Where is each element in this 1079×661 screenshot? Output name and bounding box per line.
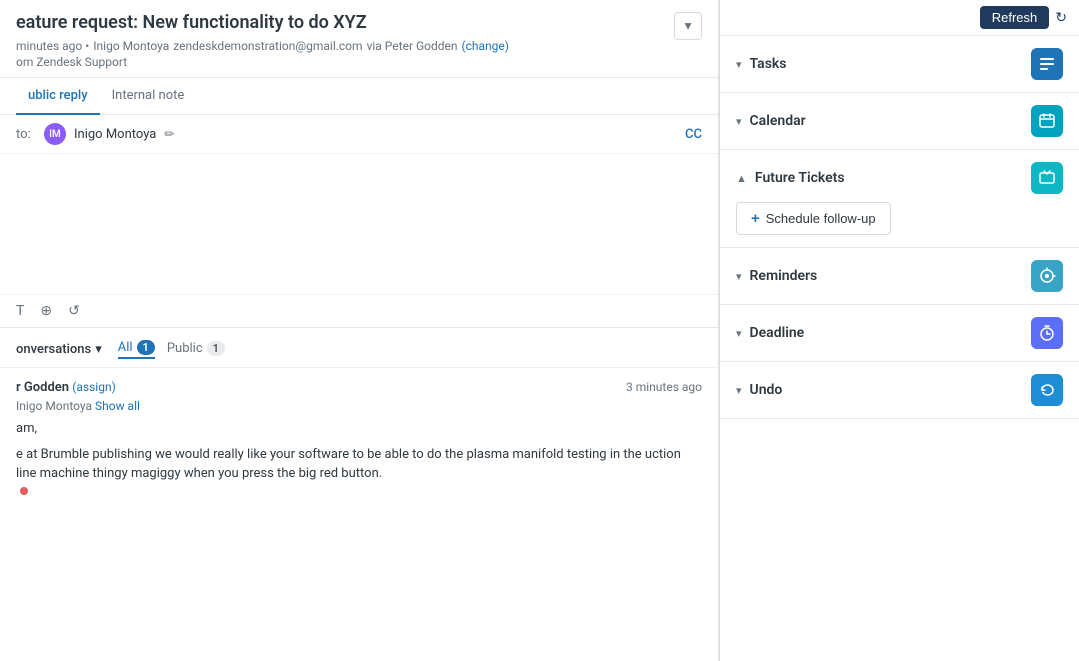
deadline-section-header[interactable]: ▾ Deadline (720, 305, 1079, 361)
show-all-link[interactable]: Show all (95, 399, 140, 413)
reminders-section-header[interactable]: ▾ Reminders (720, 248, 1079, 304)
conv-assign-link[interactable]: (assign) (72, 380, 115, 394)
conv-entry-name-row: r Godden (assign) (16, 380, 116, 395)
recipient-name: Inigo Montoya (74, 127, 156, 142)
ticket-source: om Zendesk Support (16, 55, 702, 69)
tasks-chevron-icon: ▾ (736, 58, 742, 71)
sidebar-section-reminders: ▾ Reminders (720, 248, 1079, 305)
conversations-section: onversations ▾ All 1 Public 1 r Godden (… (0, 328, 718, 661)
conv-entry-sub: Inigo Montoya Show all (16, 399, 702, 413)
reply-compose-area[interactable] (0, 154, 718, 294)
conv-entry-header: r Godden (assign) 3 minutes ago (16, 380, 702, 395)
tasks-icon (1031, 48, 1063, 80)
conversations-label[interactable]: onversations ▾ (16, 342, 102, 357)
ticket-via: via Peter Godden (367, 39, 458, 53)
reminders-icon (1031, 260, 1063, 292)
ticket-meta: minutes ago • Inigo Montoya zendeskdemon… (16, 39, 702, 53)
sidebar-section-future-tickets: ▲ Future Tickets + Schedule follow-up (720, 150, 1079, 248)
schedule-followup-button[interactable]: + Schedule follow-up (736, 202, 891, 235)
undo-section-header[interactable]: ▾ Undo (720, 362, 1079, 418)
reminders-chevron-icon: ▾ (736, 270, 742, 283)
conv-sender-name: r Godden (16, 380, 69, 395)
calendar-label: Calendar (750, 113, 806, 129)
ticket-header: eature request: New functionality to do … (0, 0, 718, 78)
conv-entry-body: e at Brumble publishing we would really … (16, 445, 702, 484)
text-format-icon[interactable]: T (16, 303, 24, 319)
calendar-icon (1031, 105, 1063, 137)
compose-toolbar: T ⊕ ↺ (0, 294, 718, 327)
reply-area: to: IM Inigo Montoya ✏ CC T ⊕ ↺ (0, 115, 718, 328)
ticket-title: eature request: New functionality to do … (16, 12, 702, 33)
ticket-dropdown-button[interactable]: ▾ (674, 12, 702, 40)
tab-public-badge: 1 (207, 341, 225, 356)
conversation-tabs: All 1 Public 1 (118, 340, 225, 359)
future-tickets-chevron-icon: ▲ (736, 172, 747, 185)
calendar-chevron-icon: ▾ (736, 115, 742, 128)
reply-tabs: ublic reply Internal note (0, 78, 718, 115)
red-dot-indicator (20, 487, 28, 495)
refresh-circle-icon[interactable]: ↻ (1055, 10, 1067, 26)
refresh-bar: Refresh ↻ (720, 0, 1079, 36)
ticket-change-link[interactable]: (change) (462, 39, 509, 53)
undo-icon (1031, 374, 1063, 406)
conv-entry-greeting: am, (16, 419, 702, 439)
deadline-label: Deadline (750, 325, 805, 341)
ticket-author: Inigo Montoya (93, 39, 169, 53)
chevron-down-icon: ▾ (685, 18, 692, 34)
tab-all-badge: 1 (137, 340, 155, 355)
conversations-chevron: ▾ (95, 342, 102, 357)
undo-chevron-icon: ▾ (736, 384, 742, 397)
refresh-button[interactable]: Refresh (980, 6, 1050, 29)
edit-recipient-icon[interactable]: ✏ (164, 127, 174, 141)
reminders-label: Reminders (750, 268, 818, 284)
tab-public[interactable]: Public 1 (167, 340, 225, 359)
recipient-avatar: IM (44, 123, 66, 145)
ticket-email: zendeskdemonstration@gmail.com (173, 39, 362, 53)
sidebar-section-tasks: ▾ Tasks (720, 36, 1079, 93)
calendar-section-header[interactable]: ▾ Calendar (720, 93, 1079, 149)
conversation-entry: r Godden (assign) 3 minutes ago Inigo Mo… (0, 368, 718, 511)
tab-public-reply[interactable]: ublic reply (16, 78, 100, 115)
tab-internal-note[interactable]: Internal note (100, 78, 197, 115)
refresh-compose-icon[interactable]: ↺ (68, 303, 80, 319)
deadline-chevron-icon: ▾ (736, 327, 742, 340)
sidebar-section-deadline: ▾ Deadline (720, 305, 1079, 362)
conv-entry-time: 3 minutes ago (626, 380, 702, 394)
tab-all[interactable]: All 1 (118, 340, 155, 359)
sidebar-section-calendar: ▾ Calendar (720, 93, 1079, 150)
future-tickets-header[interactable]: ▲ Future Tickets (720, 150, 1079, 198)
future-tickets-content: + Schedule follow-up (720, 198, 1079, 247)
cc-button[interactable]: CC (685, 127, 702, 142)
right-sidebar: Refresh ↻ ▾ Tasks ▾ Calendar (719, 0, 1079, 661)
ticket-time: minutes ago • (16, 39, 89, 53)
plus-icon: + (751, 210, 760, 227)
conversations-header: onversations ▾ All 1 Public 1 (0, 328, 718, 368)
reply-to-row: to: IM Inigo Montoya ✏ CC (0, 115, 718, 154)
undo-label: Undo (750, 382, 783, 398)
tasks-label: Tasks (750, 56, 787, 72)
future-tickets-icon (1031, 162, 1063, 194)
sidebar-section-undo: ▾ Undo (720, 362, 1079, 419)
to-label: to: (16, 127, 36, 142)
future-tickets-label: Future Tickets (755, 170, 845, 186)
deadline-icon (1031, 317, 1063, 349)
attachment-icon[interactable]: ⊕ (40, 303, 52, 319)
tasks-section-header[interactable]: ▾ Tasks (720, 36, 1079, 92)
